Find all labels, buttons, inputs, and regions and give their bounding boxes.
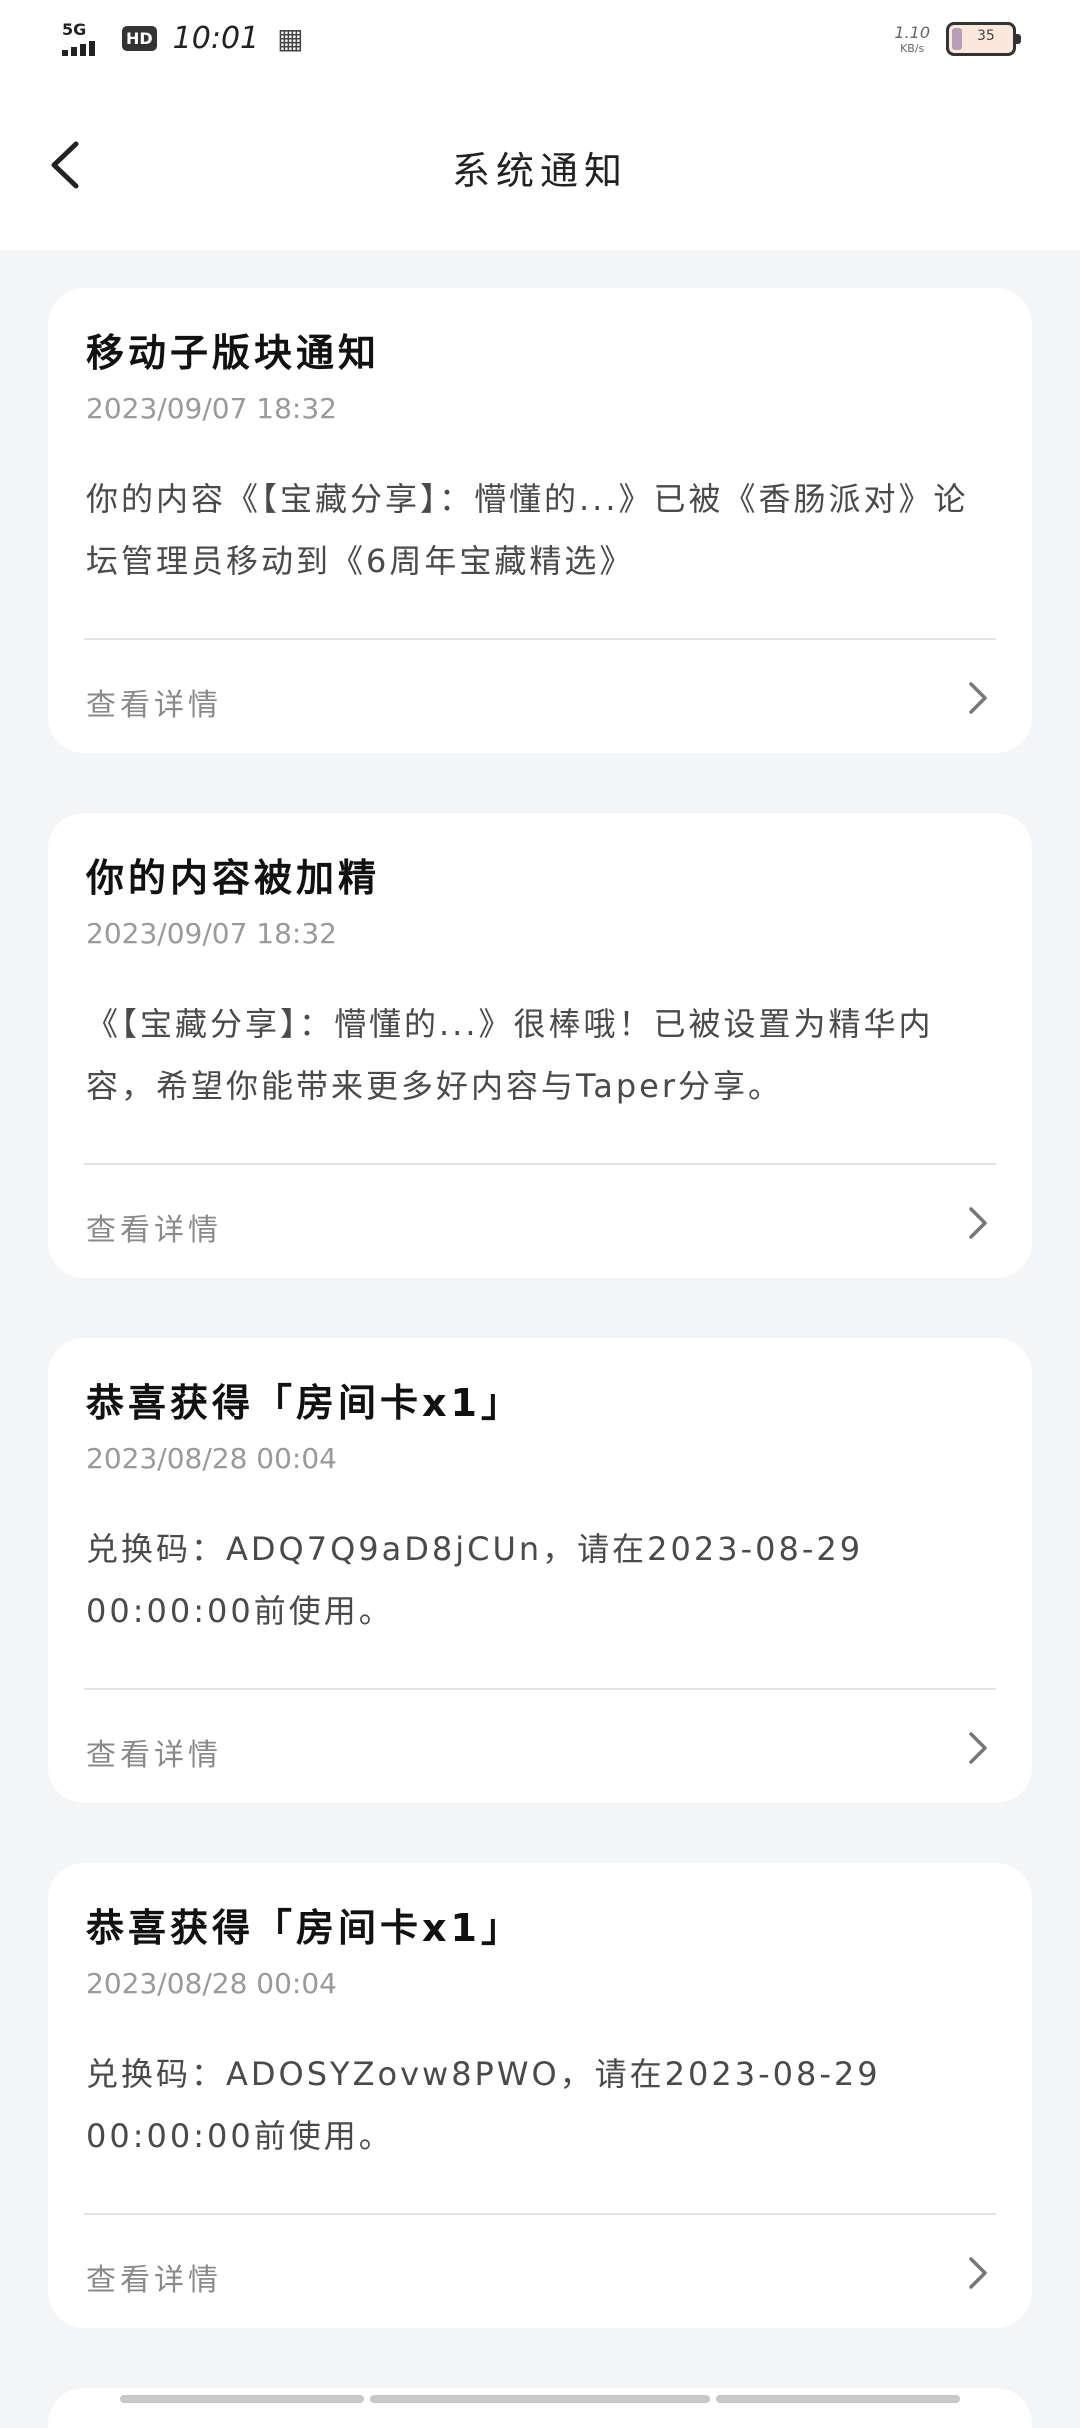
battery-level: 35 <box>977 28 995 44</box>
network-speed-unit: KB/s <box>900 42 925 55</box>
hd-badge: HD <box>122 25 157 51</box>
notification-list: 移动子版块通知 2023/09/07 18:32 你的内容《【宝藏分享】：懵懂的… <box>48 288 1032 2428</box>
status-left: 5G HD 10:01 ▦ <box>62 20 304 56</box>
notification-time: 2023/09/07 18:32 <box>86 917 337 950</box>
notification-time: 2023/09/07 18:32 <box>86 392 337 425</box>
notification-body: 兑换码：ADOSYZovw8PWO，请在2023-08-29 00:00:00前… <box>86 2055 881 2155</box>
notification-title: 恭喜获得「房间卡x1」 <box>86 1381 523 1425</box>
notification-title: 恭喜获得「房间卡x1」 <box>86 1906 523 1950</box>
notification-body: 《【宝藏分享】：懵懂的...》很棒哦！已被设置为精华内容，希望你能带来更多好内容… <box>86 1005 934 1105</box>
notification-card: 恭喜获得「房间卡x1」 2023/08/28 00:04 兑换码：ADOSYZo… <box>48 1863 1032 2328</box>
notification-card: 你的内容被加精 2023/09/07 18:32 《【宝藏分享】：懵懂的...》… <box>48 813 1032 1278</box>
view-details-link[interactable]: 查看详情 <box>84 1165 996 1278</box>
notification-body: 你的内容《【宝藏分享】：懵懂的...》已被《香肠派对》论坛管理员移动到《6周年宝… <box>86 480 969 580</box>
notification-time: 2023/08/28 00:04 <box>86 1442 337 1475</box>
notification-card: 移动子版块通知 2023/09/07 18:32 你的内容《【宝藏分享】：懵懂的… <box>48 288 1032 753</box>
chevron-right-icon <box>969 1207 987 1239</box>
app-header: 系统通知 <box>0 80 1080 250</box>
view-details-label: 查看详情 <box>86 1213 222 1248</box>
page-title: 系统通知 <box>451 149 628 193</box>
view-details-link[interactable]: 查看详情 <box>84 1690 996 1803</box>
view-details-link[interactable]: 查看详情 <box>84 2215 996 2328</box>
network-type: 5G <box>62 20 87 39</box>
s-badge-icon: ▦ <box>277 21 304 55</box>
battery-icon: 35 <box>946 22 1021 56</box>
chevron-right-icon <box>969 1732 987 1764</box>
notification-title: 你的内容被加精 <box>86 856 381 900</box>
status-right: 1.10 KB/s 35 <box>894 22 1021 56</box>
chevron-right-icon <box>969 682 987 714</box>
chevron-right-icon <box>969 2257 987 2289</box>
notification-title: 移动子版块通知 <box>86 331 381 375</box>
notification-card: 恭喜获得「房间卡x1」 2023/08/28 00:04 兑换码：ADQ7Q9a… <box>48 1338 1032 1803</box>
network-speed: 1.10 KB/s <box>894 23 930 55</box>
view-details-label: 查看详情 <box>86 688 222 723</box>
view-details-label: 查看详情 <box>86 1738 222 1773</box>
view-details-link[interactable]: 查看详情 <box>84 640 996 753</box>
notification-body: 兑换码：ADQ7Q9aD8jCUn，请在2023-08-29 00:00:00前… <box>86 1530 864 1630</box>
bottom-indicator <box>120 2395 960 2403</box>
signal-icon: 5G <box>62 20 112 56</box>
status-bar: 5G HD 10:01 ▦ 1.10 KB/s 35 <box>0 0 1080 80</box>
notification-time: 2023/08/28 00:04 <box>86 1967 337 2000</box>
status-time: 10:01 <box>172 20 260 56</box>
network-speed-value: 1.10 <box>894 23 930 42</box>
view-details-label: 查看详情 <box>86 2263 222 2298</box>
notification-card-partial <box>48 2388 1032 2428</box>
